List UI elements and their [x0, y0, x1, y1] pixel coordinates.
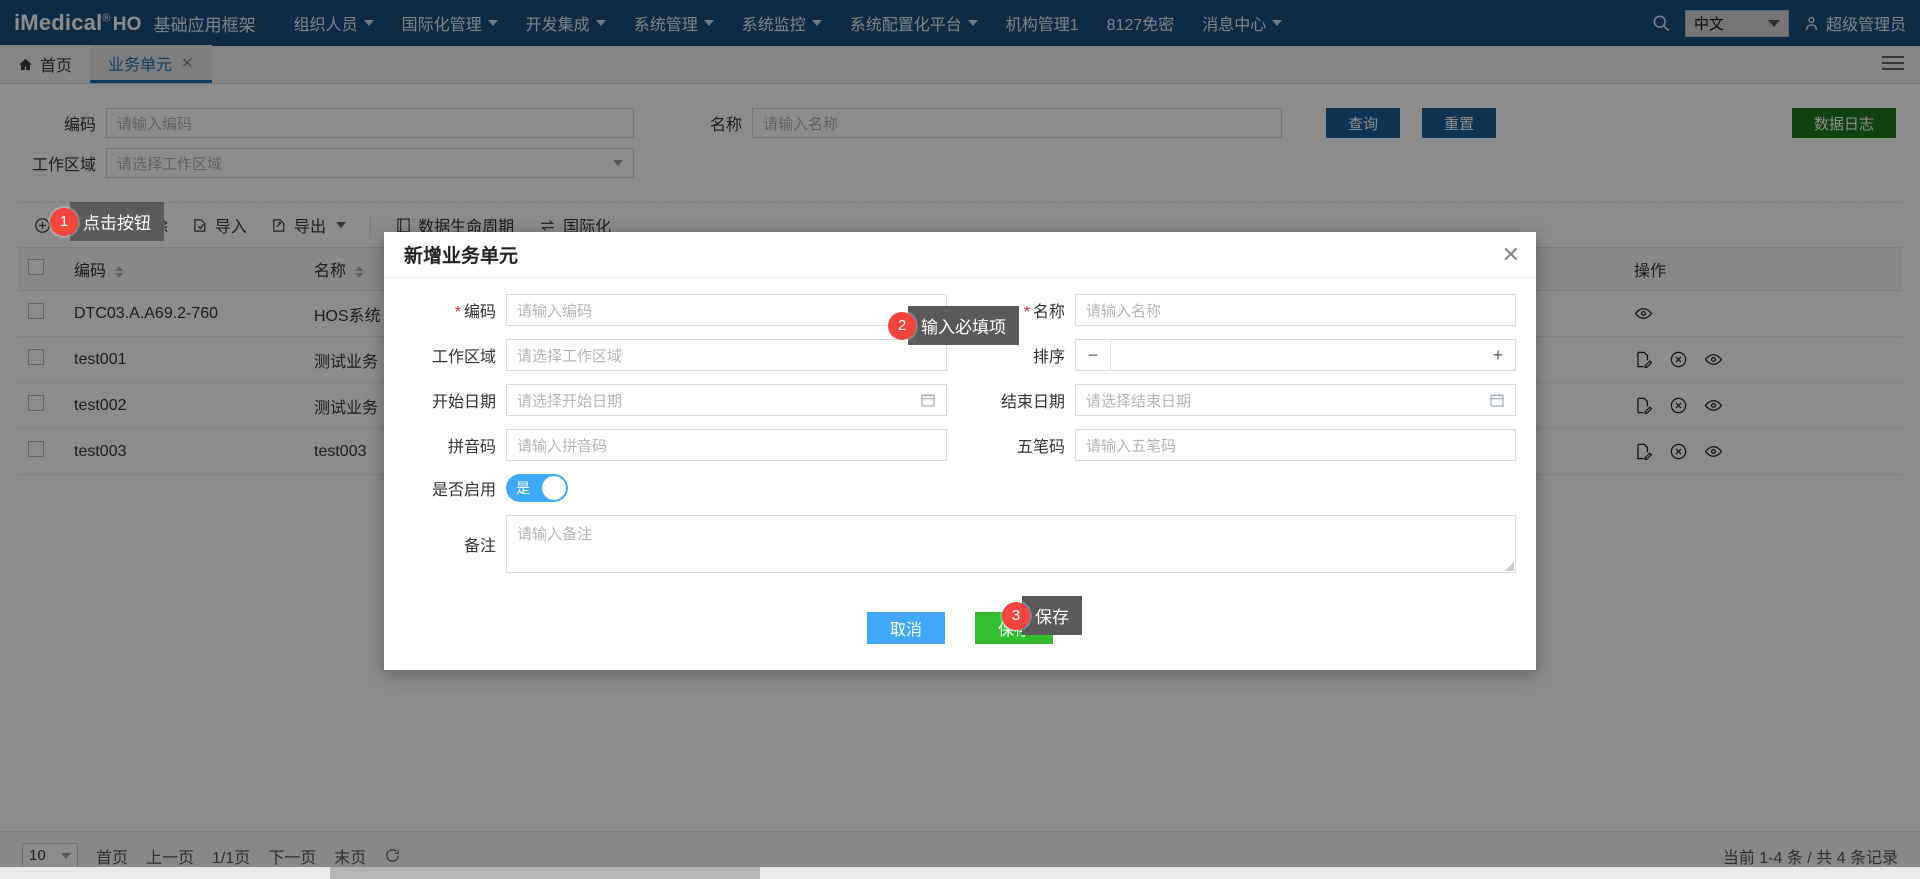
workarea-select[interactable]: 请选择工作区域 — [506, 339, 947, 371]
add-business-unit-dialog: 新增业务单元 ✕ * 编码 请输入编码 * 名称 请输入名称 工作区域 请选择工… — [384, 232, 1536, 670]
placeholder-text: 请选择开始日期 — [517, 392, 623, 410]
field-start-date: 开始日期 请选择开始日期 — [404, 384, 947, 416]
label-text: 名称 — [1032, 304, 1065, 321]
stepper-decrement-button[interactable]: − — [1076, 345, 1110, 366]
start-date-input[interactable]: 请选择开始日期 — [506, 384, 947, 416]
coach-tooltip: 输入必填项 — [908, 306, 1019, 345]
wubi-input[interactable]: 请输入五笔码 — [1075, 429, 1516, 461]
required-marker: * — [1023, 304, 1030, 321]
placeholder-text: 请输入备注 — [517, 526, 593, 543]
dialog-row-3: 开始日期 请选择开始日期 结束日期 请选择结束日期 — [404, 384, 1516, 416]
field-order: 排序 − + — [973, 339, 1516, 371]
horizontal-scrollbar[interactable] — [0, 867, 1920, 879]
code-input[interactable]: 请输入编码 — [506, 294, 947, 326]
coach-badge: 3 — [1002, 601, 1030, 630]
field-label-pinyin: 拼音码 — [447, 439, 496, 456]
field-remark: 备注 请输入备注 — [404, 515, 1516, 573]
coach-mark-3: 3 保存 — [1002, 596, 1082, 635]
dialog-row-5: 是否启用 是 — [404, 474, 1516, 502]
name-input[interactable]: 请输入名称 — [1075, 294, 1516, 326]
required-marker: * — [454, 304, 461, 321]
label-text: 编码 — [463, 304, 496, 321]
dialog-row-4: 拼音码 请输入拼音码 五笔码 请输入五笔码 — [404, 429, 1516, 461]
cancel-button[interactable]: 取消 — [867, 612, 945, 644]
coach-mark-1: 1 点击按钮 — [50, 202, 164, 241]
field-label-order: 排序 — [1032, 349, 1065, 366]
dialog-row-6: 备注 请输入备注 — [404, 515, 1516, 573]
stepper-increment-button[interactable]: + — [1481, 345, 1515, 366]
placeholder-text: 请输入编码 — [517, 302, 593, 320]
coach-badge: 2 — [888, 311, 916, 340]
field-code: * 编码 请输入编码 — [404, 294, 947, 326]
field-name: * 名称 请输入名称 — [973, 294, 1516, 326]
scrollbar-thumb[interactable] — [330, 867, 760, 879]
toggle-knob — [542, 476, 566, 500]
field-pinyin: 拼音码 请输入拼音码 — [404, 429, 947, 461]
coach-badge: 1 — [50, 207, 78, 236]
stepper-divider — [1110, 339, 1111, 371]
enable-toggle[interactable]: 是 — [506, 474, 568, 502]
placeholder-text: 请选择工作区域 — [517, 347, 623, 365]
field-label-start-date: 开始日期 — [431, 394, 496, 411]
field-label-enable: 是否启用 — [431, 482, 496, 499]
calendar-icon[interactable] — [1489, 392, 1505, 408]
placeholder-text: 请输入五笔码 — [1086, 437, 1177, 455]
placeholder-text: 请输入拼音码 — [517, 437, 608, 455]
field-label-workarea: 工作区域 — [431, 349, 496, 366]
toggle-label: 是 — [516, 480, 530, 496]
field-label-remark: 备注 — [463, 538, 496, 555]
field-enable: 是否启用 是 — [404, 474, 568, 502]
coach-tooltip: 点击按钮 — [70, 202, 164, 241]
dialog-footer: 取消 保存 — [384, 594, 1536, 670]
application-root: iMedical® HO 基础应用框架 组织人员 国际化管理 开发集成 系统管理 … — [0, 0, 1920, 879]
field-label-wubi: 五笔码 — [1016, 439, 1065, 456]
field-label-code: * 编码 — [404, 298, 496, 322]
end-date-input[interactable]: 请选择结束日期 — [1075, 384, 1516, 416]
placeholder-text: 请选择结束日期 — [1086, 392, 1192, 410]
pinyin-input[interactable]: 请输入拼音码 — [506, 429, 947, 461]
order-stepper[interactable]: − + — [1075, 339, 1516, 371]
calendar-icon[interactable] — [920, 392, 936, 408]
placeholder-text: 请输入名称 — [1086, 302, 1162, 320]
field-workarea: 工作区域 请选择工作区域 — [404, 339, 947, 371]
resize-handle-icon[interactable] — [1505, 562, 1514, 571]
field-end-date: 结束日期 请选择结束日期 — [973, 384, 1516, 416]
field-label-end-date: 结束日期 — [1000, 394, 1065, 411]
field-wubi: 五笔码 请输入五笔码 — [973, 429, 1516, 461]
close-icon[interactable]: ✕ — [1502, 243, 1520, 266]
remark-textarea[interactable]: 请输入备注 — [506, 515, 1516, 573]
coach-tooltip: 保存 — [1022, 596, 1082, 635]
dialog-title: 新增业务单元 — [404, 246, 519, 267]
coach-mark-2: 2 输入必填项 — [888, 306, 1019, 345]
dialog-header: 新增业务单元 ✕ — [384, 232, 1536, 278]
